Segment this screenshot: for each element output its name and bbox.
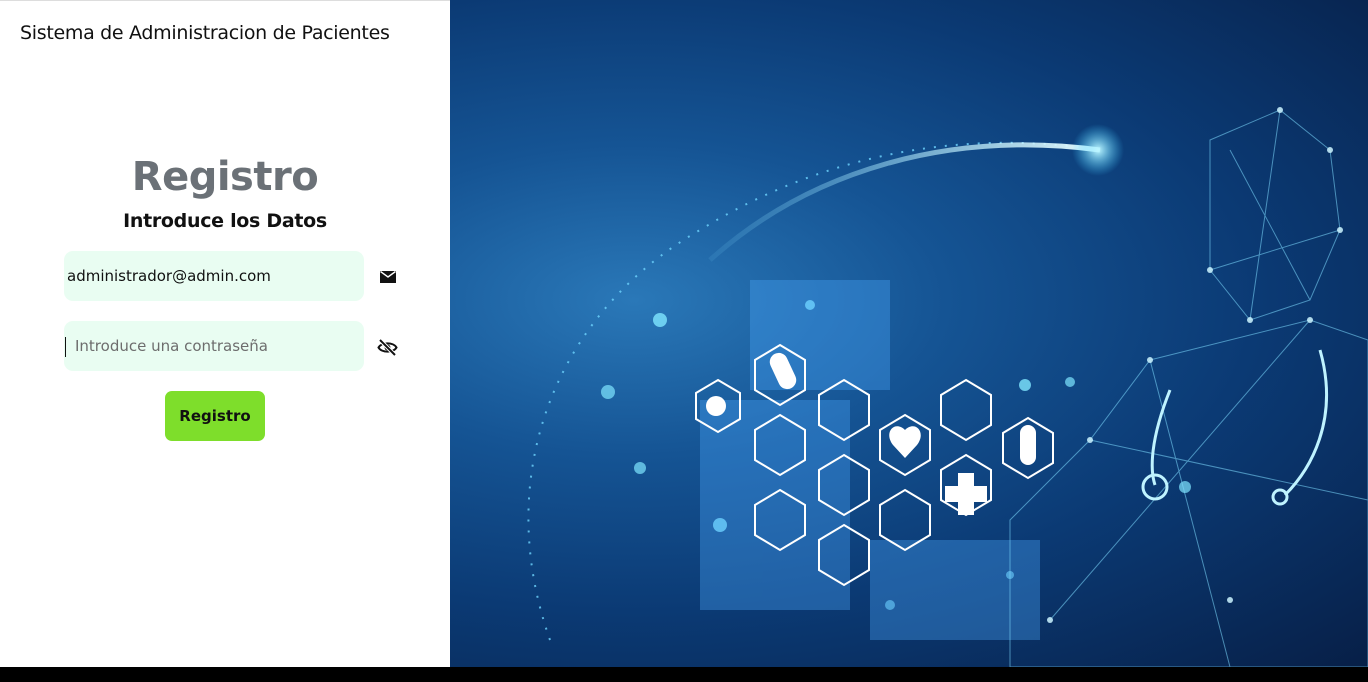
login-panel: Sistema de Administracion de Pacientes R… <box>0 0 450 667</box>
envelope-icon <box>380 270 396 283</box>
form-subtitle: Introduce los Datos <box>123 210 327 232</box>
email-field[interactable] <box>64 251 364 301</box>
app-title: Sistema de Administracion de Pacientes <box>20 22 390 44</box>
hero-image <box>450 0 1368 667</box>
form-title: Registro <box>131 154 319 200</box>
app-window: Sistema de Administracion de Pacientes R… <box>0 0 1368 667</box>
eye-slash-icon[interactable] <box>377 338 398 357</box>
register-button[interactable]: Registro <box>165 391 265 441</box>
medical-illustration <box>527 107 1368 667</box>
taskbar-edge <box>0 667 1368 682</box>
password-field[interactable] <box>64 321 364 371</box>
text-cursor <box>65 337 66 357</box>
